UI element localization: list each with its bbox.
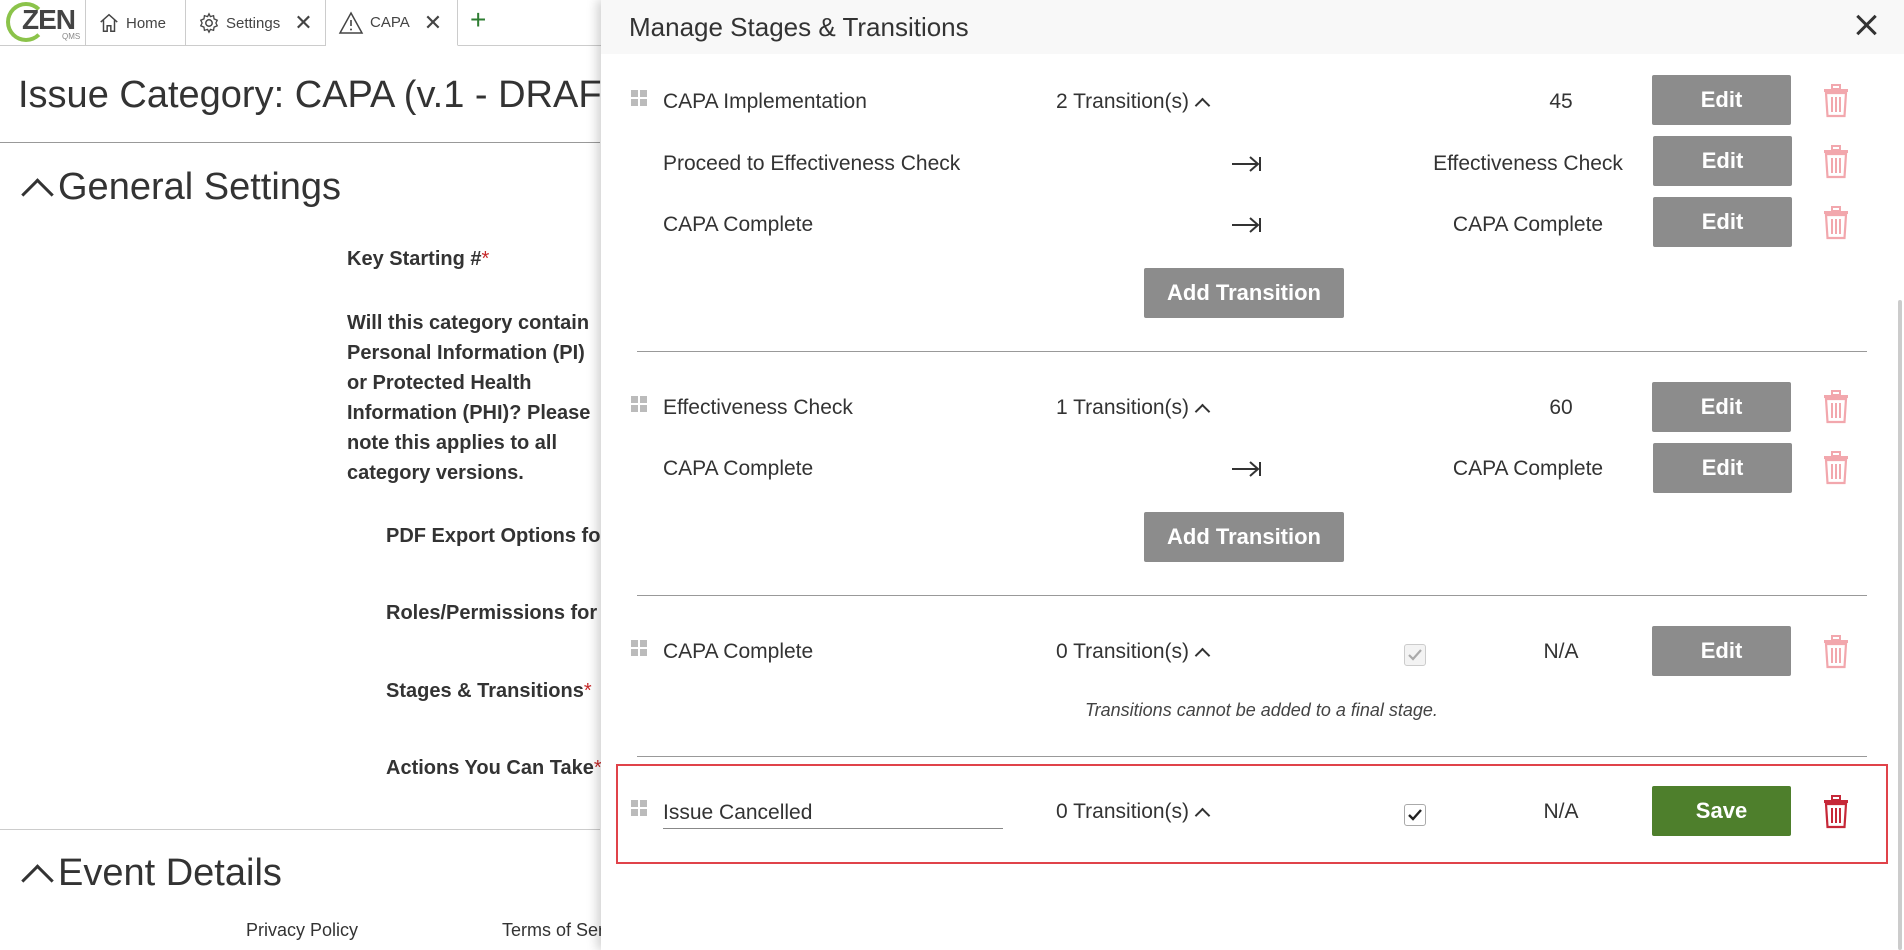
edit-transition-button[interactable]: Edit	[1653, 136, 1792, 186]
transition-target: CAPA Complete	[1452, 457, 1604, 480]
chevron-up-icon	[1195, 401, 1209, 415]
privacy-policy-link[interactable]: Privacy Policy	[246, 920, 358, 941]
trash-icon[interactable]	[1822, 145, 1850, 179]
trash-icon[interactable]	[1822, 451, 1850, 485]
arrow-right-icon	[1232, 156, 1261, 172]
transition-count-toggle[interactable]: 0 Transition(s)	[1056, 640, 1209, 664]
tab-home-label: Home	[126, 14, 167, 32]
key-starting-label: Key Starting #*	[347, 248, 490, 270]
edit-stage-button[interactable]: Edit	[1652, 626, 1791, 676]
stage-duration: N/A	[1543, 640, 1579, 663]
chevron-up-icon	[20, 859, 50, 889]
transition-count-toggle[interactable]: 0 Transition(s)	[1056, 800, 1209, 824]
event-details-header[interactable]: Event Details	[20, 852, 282, 895]
stage-divider	[637, 595, 1867, 596]
warning-icon	[338, 10, 364, 34]
trash-icon[interactable]	[1822, 795, 1850, 829]
chevron-up-icon	[1195, 645, 1209, 659]
modal-title: Manage Stages & Transitions	[629, 12, 969, 42]
actions-label: Actions You Can Take*	[386, 757, 602, 779]
transition-name: CAPA Complete	[663, 213, 814, 236]
stage-name: Effectiveness Check	[663, 396, 853, 419]
edit-transition-button[interactable]: Edit	[1653, 443, 1792, 493]
modal-scrollbar[interactable]	[1898, 300, 1902, 950]
stage-name: CAPA Complete	[663, 640, 814, 663]
stage-duration: N/A	[1543, 800, 1579, 823]
manage-stages-modal: Manage Stages & Transitions CAPA Impleme…	[601, 0, 1904, 950]
drag-handle-icon[interactable]	[631, 90, 647, 110]
modal-header: Manage Stages & Transitions	[601, 0, 1904, 54]
tab-home[interactable]: Home	[86, 0, 186, 46]
arrow-right-icon	[1232, 461, 1261, 477]
tab-settings[interactable]: Settings ✕	[186, 0, 326, 46]
page-title: Issue Category: CAPA (v.1 - DRAFT)	[18, 74, 638, 116]
general-settings-header[interactable]: General Settings	[20, 166, 341, 209]
stages-transitions-label: Stages & Transitions*	[386, 680, 592, 702]
tab-settings-label: Settings	[226, 14, 281, 32]
section-divider	[0, 829, 600, 830]
pi-question-label: Will this category contain Personal Info…	[347, 312, 591, 484]
edit-transition-button[interactable]: Edit	[1653, 197, 1792, 247]
trash-icon[interactable]	[1822, 635, 1850, 669]
final-stage-checkbox	[1404, 644, 1426, 666]
stage-name: CAPA Implementation	[663, 90, 867, 113]
chevron-up-icon	[1195, 805, 1209, 819]
transition-name: Proceed to Effectiveness Check	[663, 152, 961, 175]
tab-capa-label: CAPA	[370, 14, 410, 31]
stage-divider	[637, 351, 1867, 352]
stage-divider	[637, 756, 1867, 757]
drag-handle-icon[interactable]	[631, 396, 647, 416]
tab-capa[interactable]: CAPA ✕	[326, 0, 458, 46]
terms-link[interactable]: Terms of Ser	[502, 920, 604, 941]
zen-qms-logo[interactable]: ZEN QMS	[2, 0, 86, 46]
event-details-label: Event Details	[58, 852, 282, 894]
transition-target: Effectiveness Check	[1433, 152, 1623, 175]
stage-duration: 45	[1549, 90, 1573, 113]
add-transition-button[interactable]: Add Transition	[1144, 512, 1344, 562]
close-icon[interactable]: ✕	[294, 12, 312, 34]
transition-target: CAPA Complete	[1452, 213, 1604, 236]
add-transition-button[interactable]: Add Transition	[1144, 268, 1344, 318]
chevron-up-icon	[1195, 95, 1209, 109]
trash-icon[interactable]	[1822, 84, 1850, 118]
gear-icon	[199, 12, 219, 34]
close-icon[interactable]	[1851, 10, 1881, 40]
close-icon[interactable]: ✕	[424, 11, 442, 34]
trash-icon[interactable]	[1822, 206, 1850, 240]
roles-permissions-label: Roles/Permissions for a	[386, 602, 614, 624]
final-stage-checkbox[interactable]	[1404, 804, 1426, 826]
final-stage-note: Transitions cannot be added to a final s…	[1085, 700, 1438, 720]
title-divider	[0, 142, 600, 143]
plus-icon[interactable]: +	[470, 6, 486, 34]
stage-name-input[interactable]	[663, 797, 1003, 829]
save-button[interactable]: Save	[1652, 786, 1791, 836]
general-settings-label: General Settings	[58, 166, 342, 208]
transition-name: CAPA Complete	[663, 457, 814, 480]
edit-stage-button[interactable]: Edit	[1652, 382, 1791, 432]
transition-count-toggle[interactable]: 1 Transition(s)	[1056, 396, 1209, 420]
stage-duration: 60	[1549, 396, 1573, 419]
home-icon	[100, 13, 118, 32]
drag-handle-icon[interactable]	[631, 640, 647, 660]
checkmark-icon	[1408, 809, 1422, 821]
pdf-export-label: PDF Export Options for	[386, 525, 609, 547]
transition-count-toggle[interactable]: 2 Transition(s)	[1056, 90, 1209, 114]
chevron-up-icon	[20, 173, 50, 203]
trash-icon[interactable]	[1822, 390, 1850, 424]
edit-stage-button[interactable]: Edit	[1652, 75, 1791, 125]
checkmark-icon	[1408, 649, 1422, 661]
arrow-right-icon	[1232, 217, 1261, 233]
drag-handle-icon[interactable]	[631, 800, 647, 820]
